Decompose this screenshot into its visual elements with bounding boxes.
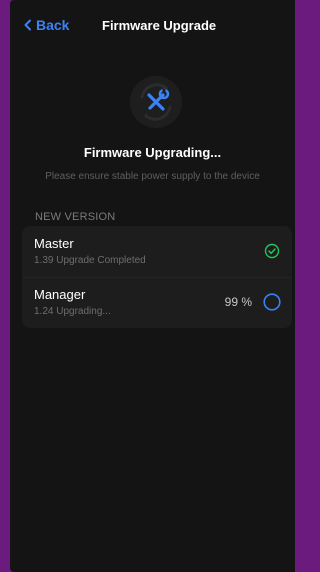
page-title: Firmware Upgrade [102, 18, 217, 33]
check-circle-icon [264, 243, 280, 259]
status-subtitle: Please ensure stable power supply to the… [45, 171, 260, 182]
device-detail: 1.39 Upgrade Completed [34, 255, 146, 266]
list-item: Manager 1.24 Upgrading... 99 % [22, 277, 292, 328]
back-button[interactable]: Back [23, 17, 69, 33]
chevron-left-icon [24, 19, 31, 31]
device-name: Manager [34, 287, 86, 302]
nav-bar: Back Firmware Upgrade [10, 0, 295, 52]
progress-ring-icon [263, 293, 281, 311]
version-list: Master 1.39 Upgrade Completed Manager 1.… [22, 226, 292, 328]
device-name: Master [34, 236, 74, 251]
status-title: Firmware Upgrading... [83, 145, 222, 160]
list-item: Master 1.39 Upgrade Completed [22, 226, 292, 278]
back-label: Back [36, 17, 70, 33]
tools-icon [130, 76, 182, 128]
device-detail: 1.24 Upgrading... [34, 306, 111, 317]
progress-percent: 99 % [224, 295, 252, 309]
app-screen: Back Firmware Upgrade Firmware Upgrading… [10, 0, 295, 572]
section-label: NEW VERSION [35, 211, 116, 223]
